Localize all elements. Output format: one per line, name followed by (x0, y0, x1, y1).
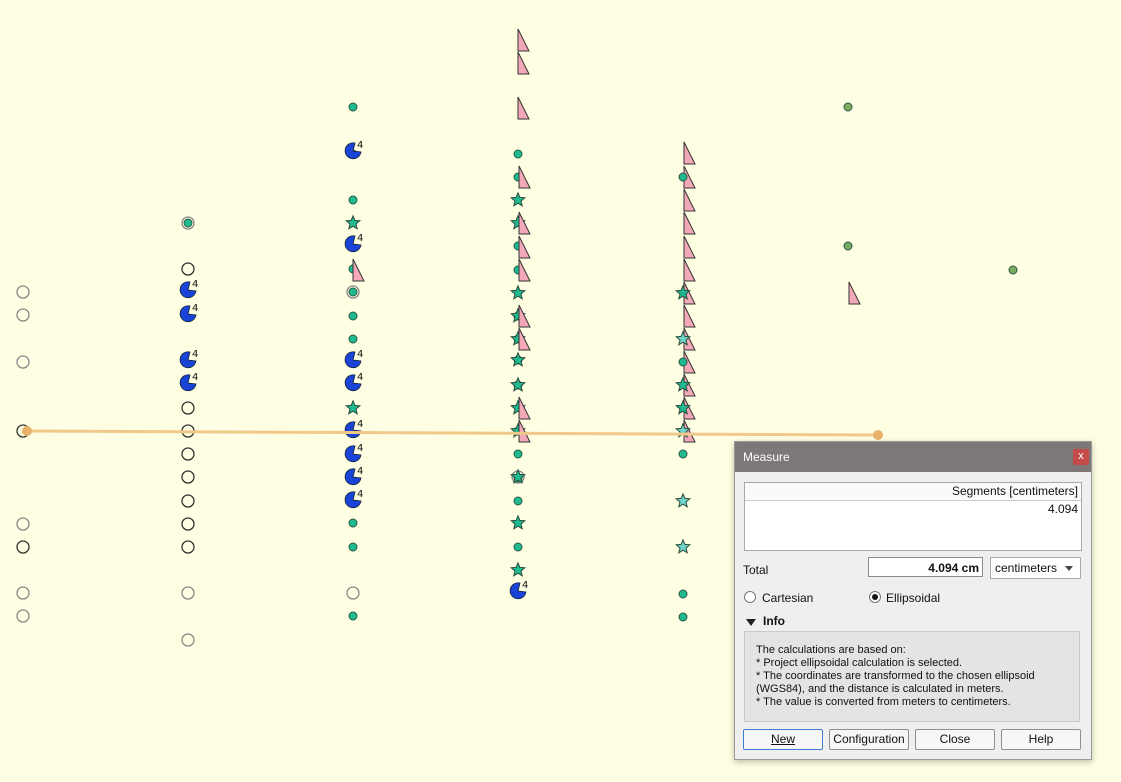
pie-label: 4 (357, 443, 363, 454)
unit-select-value: centimeters (995, 561, 1058, 575)
pie-label: 4 (192, 279, 198, 290)
point-marker (348, 611, 358, 621)
help-button-label: Help (1028, 732, 1054, 746)
unit-select[interactable]: centimeters (990, 557, 1081, 579)
point-marker (348, 518, 358, 528)
measure-vertex-start (22, 426, 32, 436)
cartesian-radio[interactable] (744, 591, 756, 603)
point-marker (678, 449, 688, 459)
pie-label: 4 (357, 140, 363, 151)
close-button-label: Close (939, 732, 971, 746)
collapse-triangle-icon[interactable] (746, 619, 756, 626)
close-icon[interactable]: x (1073, 449, 1089, 465)
help-button[interactable]: Help (1001, 729, 1081, 750)
pie-label: 4 (357, 466, 363, 477)
segments-table[interactable]: Segments [centimeters] 4.094 (744, 482, 1082, 551)
point-marker (843, 241, 853, 251)
total-label: Total (743, 563, 769, 577)
new-button[interactable]: New (743, 729, 823, 750)
info-line: * The coordinates are transformed to the… (756, 670, 1035, 682)
segment-row[interactable]: 4.094 (745, 501, 1081, 518)
pie-label: 4 (192, 349, 198, 360)
point-marker (348, 102, 358, 112)
point-marker (348, 195, 358, 205)
point-marker (678, 612, 688, 622)
point-marker (183, 218, 193, 228)
pie-label: 4 (357, 372, 363, 383)
info-section-title[interactable]: Info (763, 614, 785, 628)
point-marker (513, 496, 523, 506)
pie-label: 4 (357, 233, 363, 244)
new-button-label: New (770, 732, 795, 746)
chevron-down-icon (1065, 566, 1073, 571)
point-marker (348, 334, 358, 344)
point-marker (1008, 265, 1018, 275)
configuration-button[interactable]: Configuration (829, 729, 909, 750)
point-marker (348, 287, 358, 297)
configuration-button-label: Configuration (833, 732, 905, 746)
dialog-title: Measure (743, 450, 790, 464)
point-marker (678, 172, 688, 182)
info-line: * The value is converted from meters to … (756, 696, 1011, 708)
point-marker (678, 589, 688, 599)
pie-label: 4 (192, 372, 198, 383)
info-line: (WGS84), and the distance is calculated … (756, 683, 1004, 695)
measure-vertex-end (873, 430, 883, 440)
pie-label: 4 (357, 489, 363, 500)
point-marker (843, 102, 853, 112)
info-panel: The calculations are based on: * Project… (744, 631, 1080, 722)
info-line: * Project ellipsoidal calculation is sel… (756, 657, 963, 669)
ellipsoidal-radio[interactable] (869, 591, 881, 603)
ellipsoidal-label[interactable]: Ellipsoidal (886, 591, 940, 605)
segments-header: Segments [centimeters] (745, 483, 1081, 501)
cartesian-label[interactable]: Cartesian (762, 591, 813, 605)
point-marker (678, 357, 688, 367)
point-marker (348, 542, 358, 552)
close-button[interactable]: Close (915, 729, 995, 750)
dialog-titlebar[interactable]: Measure x (735, 442, 1091, 472)
pie-label: 4 (192, 303, 198, 314)
info-line: The calculations are based on: (756, 644, 906, 656)
pie-label: 4 (522, 580, 528, 591)
point-marker (513, 542, 523, 552)
total-field[interactable]: 4.094 cm (868, 557, 983, 577)
point-marker (348, 311, 358, 321)
point-marker (513, 449, 523, 459)
point-marker (513, 149, 523, 159)
pie-label: 4 (357, 419, 363, 430)
measure-dialog: Measure x Segments [centimeters] 4.094 T… (734, 441, 1092, 760)
pie-label: 4 (357, 349, 363, 360)
